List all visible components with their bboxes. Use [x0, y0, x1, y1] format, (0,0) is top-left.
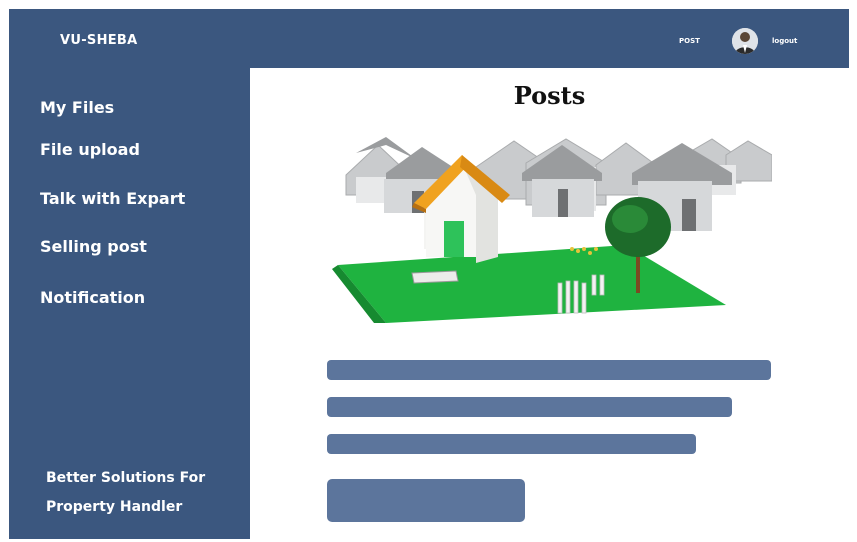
sidebar-item-file-upload[interactable]: File upload: [40, 140, 140, 159]
avatar[interactable]: [732, 28, 758, 54]
brand-logo[interactable]: VU-SHEBA: [60, 33, 138, 48]
sidebar: My Files File upload Talk with Expart Se…: [9, 68, 250, 539]
logout-link[interactable]: logout: [772, 37, 797, 45]
app-frame: VU-SHEBA POST logout My Files File uploa…: [9, 9, 849, 539]
tagline-line-2: Property Handler: [46, 499, 183, 515]
sidebar-item-selling-post[interactable]: Selling post: [40, 237, 147, 256]
post-line-placeholder-3: [327, 434, 696, 454]
post-line-placeholder-1: [327, 360, 771, 380]
top-navbar: VU-SHEBA POST logout: [9, 9, 849, 68]
page-title: Posts: [513, 81, 586, 110]
post-image: [326, 137, 773, 323]
tagline-line-1: Better Solutions For: [46, 470, 206, 486]
sidebar-item-talk-with-expart[interactable]: Talk with Expart: [40, 189, 185, 208]
nav-post-link[interactable]: POST: [679, 37, 700, 45]
user-avatar-icon: [732, 28, 758, 54]
post-action-button[interactable]: [327, 479, 525, 522]
sidebar-item-my-files[interactable]: My Files: [40, 98, 114, 117]
post-line-placeholder-2: [327, 397, 732, 417]
houses-illustration-icon: [332, 137, 773, 323]
sidebar-item-notification[interactable]: Notification: [40, 288, 145, 307]
